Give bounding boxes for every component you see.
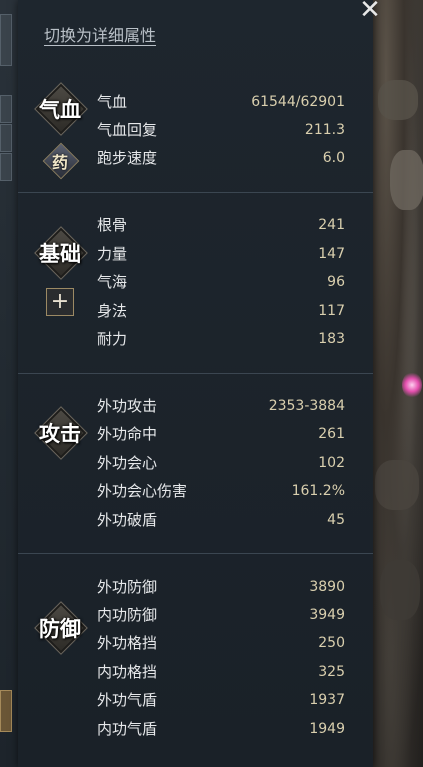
attack-emblem: 攻击 [34, 406, 88, 460]
stat-value: 250 [318, 635, 345, 651]
add-attribute-points-button[interactable]: + [46, 288, 74, 316]
stat-name: 外功破盾 [97, 511, 158, 529]
stat-row: 外功会心 102 [97, 449, 345, 477]
stat-name: 外功会心 [97, 454, 158, 472]
stat-value: 102 [318, 455, 345, 471]
stat-row: 外功格挡 250 [97, 629, 345, 657]
stat-value: 241 [318, 217, 345, 233]
hud-slot [0, 124, 12, 152]
stat-value: 211.3 [304, 122, 345, 138]
stat-value: 147 [318, 246, 345, 262]
stat-row: 力量 147 [97, 240, 345, 268]
stat-name: 气血回复 [97, 121, 158, 139]
defense-emblem: 防御 [34, 601, 88, 655]
hud-slot [0, 153, 12, 181]
stat-name: 气血 [97, 93, 128, 111]
stat-value: 45 [327, 512, 345, 528]
stat-name: 外功气盾 [97, 691, 158, 709]
stat-value: 1949 [309, 721, 345, 737]
background-scene-right [370, 0, 423, 767]
toggle-detailed-attributes-link[interactable]: 切换为详细属性 [44, 22, 156, 46]
stat-row: 气海 96 [97, 268, 345, 296]
stat-value: 161.2% [291, 483, 345, 499]
section-divider [18, 192, 373, 193]
stat-row: 根骨 241 [97, 211, 345, 239]
attribute-panel: ✕ 切换为详细属性 气血 药 气血 61544/62901 气血回复 211.3… [18, 0, 381, 767]
base-emblem-label: 基础 [39, 241, 81, 266]
stat-value: 2353-3884 [268, 398, 345, 414]
stat-row: 耐力 183 [97, 325, 345, 353]
stat-row: 外功破盾 45 [97, 506, 345, 534]
stat-name: 外功攻击 [97, 397, 158, 415]
section-divider [18, 373, 373, 374]
stat-name: 根骨 [97, 216, 128, 234]
scene-rock [375, 460, 419, 510]
attack-emblem-label: 攻击 [39, 421, 81, 446]
stat-row: 外功命中 261 [97, 420, 345, 448]
stat-name: 身法 [97, 302, 128, 320]
medicine-label: 药 [51, 153, 68, 172]
stat-name: 耐力 [97, 330, 128, 348]
stat-name: 力量 [97, 245, 128, 263]
hud-item-slot [0, 690, 12, 732]
stat-row: 内功防御 3949 [97, 601, 345, 629]
stat-name: 内功防御 [97, 606, 158, 624]
close-button[interactable]: ✕ [357, 0, 383, 23]
stat-value: 183 [318, 331, 345, 347]
scene-rock [390, 150, 423, 210]
stat-name: 外功会心伤害 [97, 482, 188, 500]
stat-value: 3949 [309, 607, 345, 623]
stat-value: 325 [318, 664, 345, 680]
stat-name: 内功气盾 [97, 720, 158, 738]
stat-value: 61544/62901 [251, 94, 345, 110]
stat-value: 1937 [309, 692, 345, 708]
stat-row: 气血 61544/62901 [97, 88, 345, 116]
stat-row: 气血回复 211.3 [97, 116, 345, 144]
hud-slot [0, 95, 12, 123]
background-scene-left [0, 0, 20, 767]
stat-row: 内功气盾 1949 [97, 715, 345, 743]
stat-name: 气海 [97, 273, 128, 291]
stat-value: 6.0 [322, 150, 345, 166]
base-emblem: 基础 [34, 226, 88, 280]
stat-row: 外功攻击 2353-3884 [97, 392, 345, 420]
stat-name: 跑步速度 [97, 149, 158, 167]
stat-row: 外功气盾 1937 [97, 686, 345, 714]
stat-value: 117 [318, 303, 345, 319]
stat-row: 内功格挡 325 [97, 658, 345, 686]
stat-name: 外功防御 [97, 578, 158, 596]
defense-emblem-label: 防御 [39, 616, 81, 641]
pink-flower-glow [402, 372, 422, 398]
stat-row: 外功防御 3890 [97, 573, 345, 601]
scene-rock [380, 560, 420, 620]
hud-slot [0, 14, 12, 66]
stat-row: 跑步速度 6.0 [97, 144, 345, 172]
stat-row: 身法 117 [97, 297, 345, 325]
stat-value: 96 [327, 274, 345, 290]
scene-rock [378, 80, 418, 120]
stat-value: 3890 [309, 579, 345, 595]
stat-name: 外功格挡 [97, 634, 158, 652]
stat-name: 内功格挡 [97, 663, 158, 681]
vitality-emblem: 气血 [34, 82, 88, 136]
stat-name: 外功命中 [97, 425, 158, 443]
medicine-button[interactable]: 药 [42, 142, 80, 180]
stat-value: 261 [318, 426, 345, 442]
vitality-emblem-label: 气血 [39, 97, 81, 122]
section-divider [18, 553, 373, 554]
stat-row: 外功会心伤害 161.2% [97, 477, 345, 505]
